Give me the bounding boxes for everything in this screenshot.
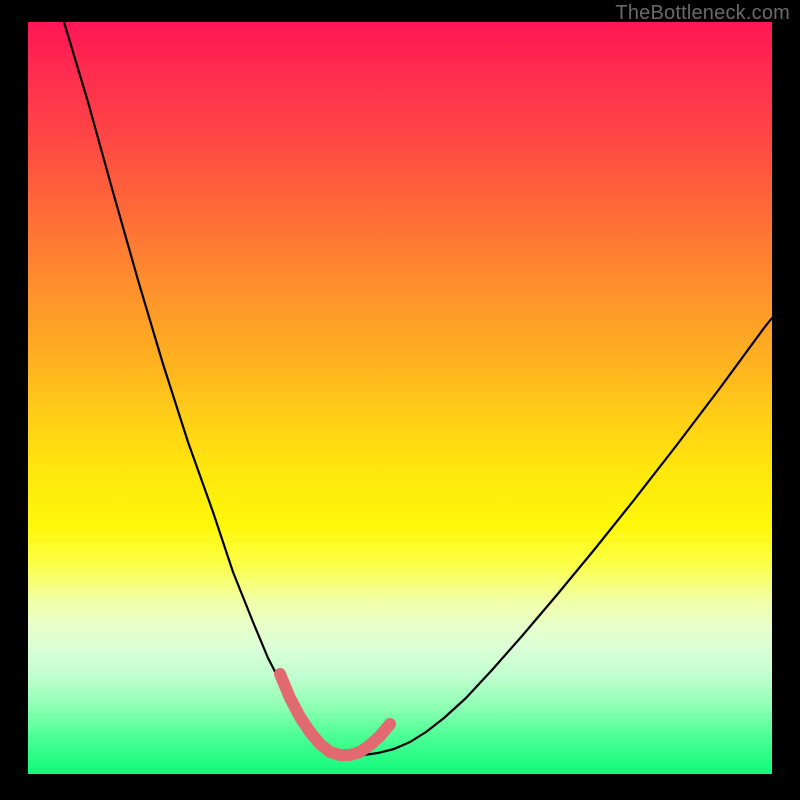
chart-area <box>28 22 772 774</box>
chart-svg <box>28 22 772 774</box>
outer-frame: TheBottleneck.com <box>0 0 800 800</box>
main-curve <box>64 22 772 755</box>
highlight-segment <box>280 674 390 755</box>
